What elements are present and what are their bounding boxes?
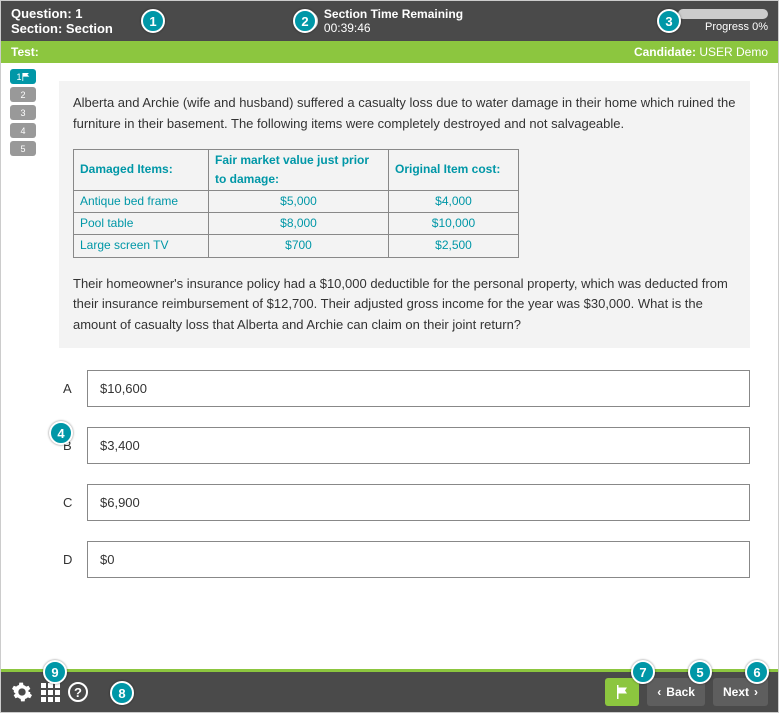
- gear-icon: [11, 681, 33, 703]
- option-letter: A: [63, 381, 77, 396]
- annotation-marker-8: 8: [110, 681, 134, 705]
- stem-para-1: Alberta and Archie (wife and husband) su…: [73, 93, 736, 135]
- question-stem: Alberta and Archie (wife and husband) su…: [59, 81, 750, 348]
- table-cell: Antique bed frame: [74, 190, 209, 212]
- question-nav: 1 2 3 4 5: [1, 63, 45, 669]
- nav-item-label: 4: [20, 126, 25, 136]
- chevron-left-icon: ‹: [657, 685, 661, 699]
- table-cell: $10,000: [389, 213, 519, 235]
- annotation-marker-1: 1: [141, 9, 165, 33]
- option-c[interactable]: $6,900: [87, 484, 750, 521]
- help-icon: ?: [68, 682, 88, 702]
- option-b[interactable]: $3,400: [87, 427, 750, 464]
- option-text: $3,400: [100, 438, 140, 453]
- table-cell: Pool table: [74, 213, 209, 235]
- question-section-block: Question: 1 Section: Section: [11, 6, 113, 36]
- candidate-label: Candidate:: [634, 45, 696, 59]
- nav-item-5[interactable]: 5: [10, 141, 36, 156]
- back-label: Back: [666, 685, 695, 699]
- table-row: Antique bed frame $5,000 $4,000: [74, 190, 519, 212]
- settings-button[interactable]: [11, 681, 33, 703]
- stem-para-2: Their homeowner's insurance policy had a…: [73, 274, 736, 336]
- nav-item-label: 3: [20, 108, 25, 118]
- chevron-right-icon: ›: [754, 685, 758, 699]
- option-text: $0: [100, 552, 114, 567]
- timer-value: 00:39:46: [324, 21, 463, 35]
- option-letter: D: [63, 552, 77, 567]
- answer-options: A $10,600 B $3,400 C $6,900 D $0: [63, 370, 750, 578]
- annotation-marker-4: 4: [49, 421, 73, 445]
- grid-icon: [41, 683, 60, 702]
- table-row: Pool table $8,000 $10,000: [74, 213, 519, 235]
- flag-button[interactable]: [605, 678, 639, 706]
- option-text: $10,600: [100, 381, 147, 396]
- annotation-marker-6: 6: [745, 660, 769, 684]
- option-letter: C: [63, 495, 77, 510]
- next-label: Next: [723, 685, 749, 699]
- table-header: Original Item cost:: [389, 149, 519, 190]
- candidate-name: USER Demo: [699, 45, 768, 59]
- damaged-items-table: Damaged Items: Fair market value just pr…: [73, 149, 519, 258]
- navigator-button[interactable]: [41, 683, 60, 702]
- nav-item-3[interactable]: 3: [10, 105, 36, 120]
- progress-block: Progress 0%: [678, 9, 768, 33]
- option-a[interactable]: $10,600: [87, 370, 750, 407]
- nav-item-4[interactable]: 4: [10, 123, 36, 138]
- flag-icon: [614, 684, 630, 700]
- annotation-marker-9: 9: [43, 660, 67, 684]
- progress-bar: [678, 9, 768, 19]
- section-label: Section:: [11, 21, 62, 36]
- nav-item-label: 5: [20, 144, 25, 154]
- info-bar: Test: Candidate: USER Demo: [1, 41, 778, 63]
- table-cell: $5,000: [209, 190, 389, 212]
- table-header: Fair market value just prior to damage:: [209, 149, 389, 190]
- table-cell: $2,500: [389, 235, 519, 257]
- help-button[interactable]: ?: [68, 682, 88, 702]
- table-cell: $700: [209, 235, 389, 257]
- option-b-row: B $3,400: [63, 427, 750, 464]
- table-cell: $4,000: [389, 190, 519, 212]
- flag-icon: [22, 73, 30, 81]
- app-frame: Question: 1 Section: Section Section Tim…: [0, 0, 779, 713]
- option-text: $6,900: [100, 495, 140, 510]
- question-content: Alberta and Archie (wife and husband) su…: [45, 63, 778, 669]
- timer-label: Section Time Remaining: [324, 7, 463, 21]
- test-label: Test:: [11, 45, 39, 59]
- table-header: Damaged Items:: [74, 149, 209, 190]
- annotation-marker-2: 2: [293, 9, 317, 33]
- nav-item-1[interactable]: 1: [10, 69, 36, 84]
- main-area: 1 2 3 4 5 Alberta and Archie (wife and h…: [1, 63, 778, 669]
- annotation-marker-7: 7: [631, 660, 655, 684]
- timer-block: Section Time Remaining 00:39:46: [298, 7, 463, 35]
- option-c-row: C $6,900: [63, 484, 750, 521]
- table-cell: $8,000: [209, 213, 389, 235]
- annotation-marker-3: 3: [657, 9, 681, 33]
- option-d[interactable]: $0: [87, 541, 750, 578]
- question-number: 1: [75, 6, 82, 21]
- option-a-row: A $10,600: [63, 370, 750, 407]
- question-label: Question:: [11, 6, 72, 21]
- table-cell: Large screen TV: [74, 235, 209, 257]
- annotation-marker-5: 5: [688, 660, 712, 684]
- nav-item-label: 2: [20, 90, 25, 100]
- nav-item-2[interactable]: 2: [10, 87, 36, 102]
- progress-text: Progress 0%: [705, 21, 768, 33]
- table-row: Large screen TV $700 $2,500: [74, 235, 519, 257]
- section-name: Section: [66, 21, 113, 36]
- option-d-row: D $0: [63, 541, 750, 578]
